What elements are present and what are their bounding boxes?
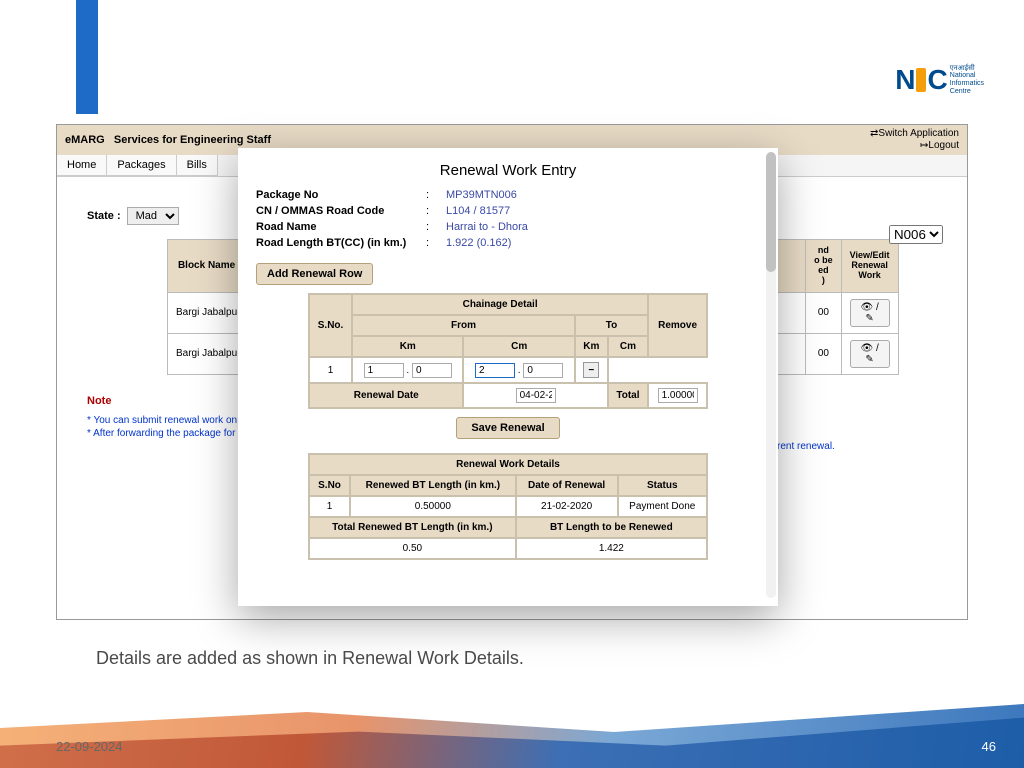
logo-line3: Informatics <box>950 80 984 88</box>
logo-line4: Centre <box>950 88 984 96</box>
hd-remove: Remove <box>648 294 707 357</box>
menu-packages[interactable]: Packages <box>107 155 176 176</box>
rwd-len: 0.50000 <box>350 496 516 517</box>
rwd-total-label: Total Renewed BT Length (in km.) <box>309 517 516 538</box>
rwd-hd-date: Date of Renewal <box>516 475 618 496</box>
state-select[interactable]: Mad <box>127 207 179 225</box>
modal-scrollbar[interactable] <box>766 152 776 598</box>
to-km-input[interactable] <box>475 363 515 378</box>
rwd-hd-sno: S.No <box>309 475 350 496</box>
footer-page-number: 46 <box>982 739 996 754</box>
logout-link[interactable]: ↦Logout <box>870 140 959 152</box>
cell-block: Bargi Jabalpu <box>168 292 246 333</box>
from-cm-input[interactable] <box>412 363 452 378</box>
modal-title: Renewal Work Entry <box>256 162 760 179</box>
val-package-no: MP39MTN006 <box>446 189 760 201</box>
rwd-hd-len: Renewed BT Length (in km.) <box>350 475 516 496</box>
col-block-name: Block Name <box>168 240 246 293</box>
rwd-title: Renewal Work Details <box>309 454 707 475</box>
rwd-date: 21-02-2020 <box>516 496 618 517</box>
chainage-table: S.No.Chainage DetailRemove FromTo KmCmKm… <box>308 293 708 409</box>
lbl-road-length: Road Length BT(CC) (in km.) <box>256 237 426 249</box>
app-name: eMARG <box>65 134 105 146</box>
hd-to-cm: Cm <box>608 336 648 357</box>
rwd-tobe-label: BT Length to be Renewed <box>516 517 707 538</box>
add-renewal-row-button[interactable]: Add Renewal Row <box>256 263 373 285</box>
save-renewal-button[interactable]: Save Renewal <box>456 417 559 439</box>
logo-letter-n: N <box>895 64 913 96</box>
switch-application-link[interactable]: ⇄Switch Application <box>870 128 959 140</box>
remove-row-button[interactable]: − <box>583 362 599 378</box>
slide-caption: Details are added as shown in Renewal Wo… <box>96 648 524 669</box>
hd-from-cm: Cm <box>463 336 574 357</box>
footer-date: 22-09-2024 <box>56 739 123 754</box>
lbl-road-code: CN / OMMAS Road Code <box>256 205 426 217</box>
menu-bills[interactable]: Bills <box>177 155 218 176</box>
lbl-road-name: Road Name <box>256 221 426 233</box>
renewal-work-details-table: Renewal Work Details S.No Renewed BT Len… <box>308 453 708 560</box>
hd-from-km: Km <box>352 336 463 357</box>
from-km-input[interactable] <box>364 363 404 378</box>
cell-sno: 1 <box>309 357 352 383</box>
app-subtitle: Services for Engineering Staff <box>114 134 271 146</box>
val-road-name: Harrai to - Dhora <box>446 221 760 233</box>
val-road-length: 1.922 (0.162) <box>446 237 760 249</box>
cell-block: Bargi Jabalpu <box>168 333 246 374</box>
hd-to: To <box>575 315 648 336</box>
logo-line1: एनआईसी <box>950 65 984 73</box>
lbl-package-no: Package No <box>256 189 426 201</box>
val-road-code: L104 / 81577 <box>446 205 760 217</box>
nic-logo: N C एनआईसी National Informatics Centre <box>895 64 984 96</box>
lbl-renewal-date: Renewal Date <box>309 383 463 408</box>
rwd-status: Payment Done <box>618 496 707 517</box>
hd-to-km: Km <box>575 336 608 357</box>
logo-line2: National <box>950 72 984 80</box>
logo-letter-c: C <box>928 64 946 96</box>
package-select[interactable]: N006 <box>889 225 943 244</box>
hd-sno: S.No. <box>309 294 352 357</box>
menu-home[interactable]: Home <box>57 155 107 176</box>
cell-nd: 00 <box>806 292 842 333</box>
view-edit-button[interactable]: 👁 / ✎ <box>850 340 890 368</box>
state-label: State : <box>87 210 121 222</box>
slide-accent-bar <box>76 0 98 114</box>
lbl-total: Total <box>608 383 648 408</box>
col-nd: nd o be ed ) <box>806 240 842 293</box>
rwd-hd-status: Status <box>618 475 707 496</box>
hd-from: From <box>352 315 575 336</box>
to-cm-input[interactable] <box>523 363 563 378</box>
renewal-work-entry-modal: Renewal Work Entry Package No:MP39MTN006… <box>238 148 778 606</box>
col-view-edit: View/Edit Renewal Work <box>841 240 898 293</box>
renewal-date-input[interactable] <box>516 388 556 403</box>
rwd-tobe-val: 1.422 <box>516 538 707 559</box>
rwd-sno: 1 <box>309 496 350 517</box>
cell-nd: 00 <box>806 333 842 374</box>
rwd-total-val: 0.50 <box>309 538 516 559</box>
logo-letter-i <box>916 68 926 92</box>
total-input[interactable] <box>658 388 698 403</box>
view-edit-button[interactable]: 👁 / ✎ <box>850 299 890 327</box>
hd-chainage: Chainage Detail <box>352 294 648 315</box>
